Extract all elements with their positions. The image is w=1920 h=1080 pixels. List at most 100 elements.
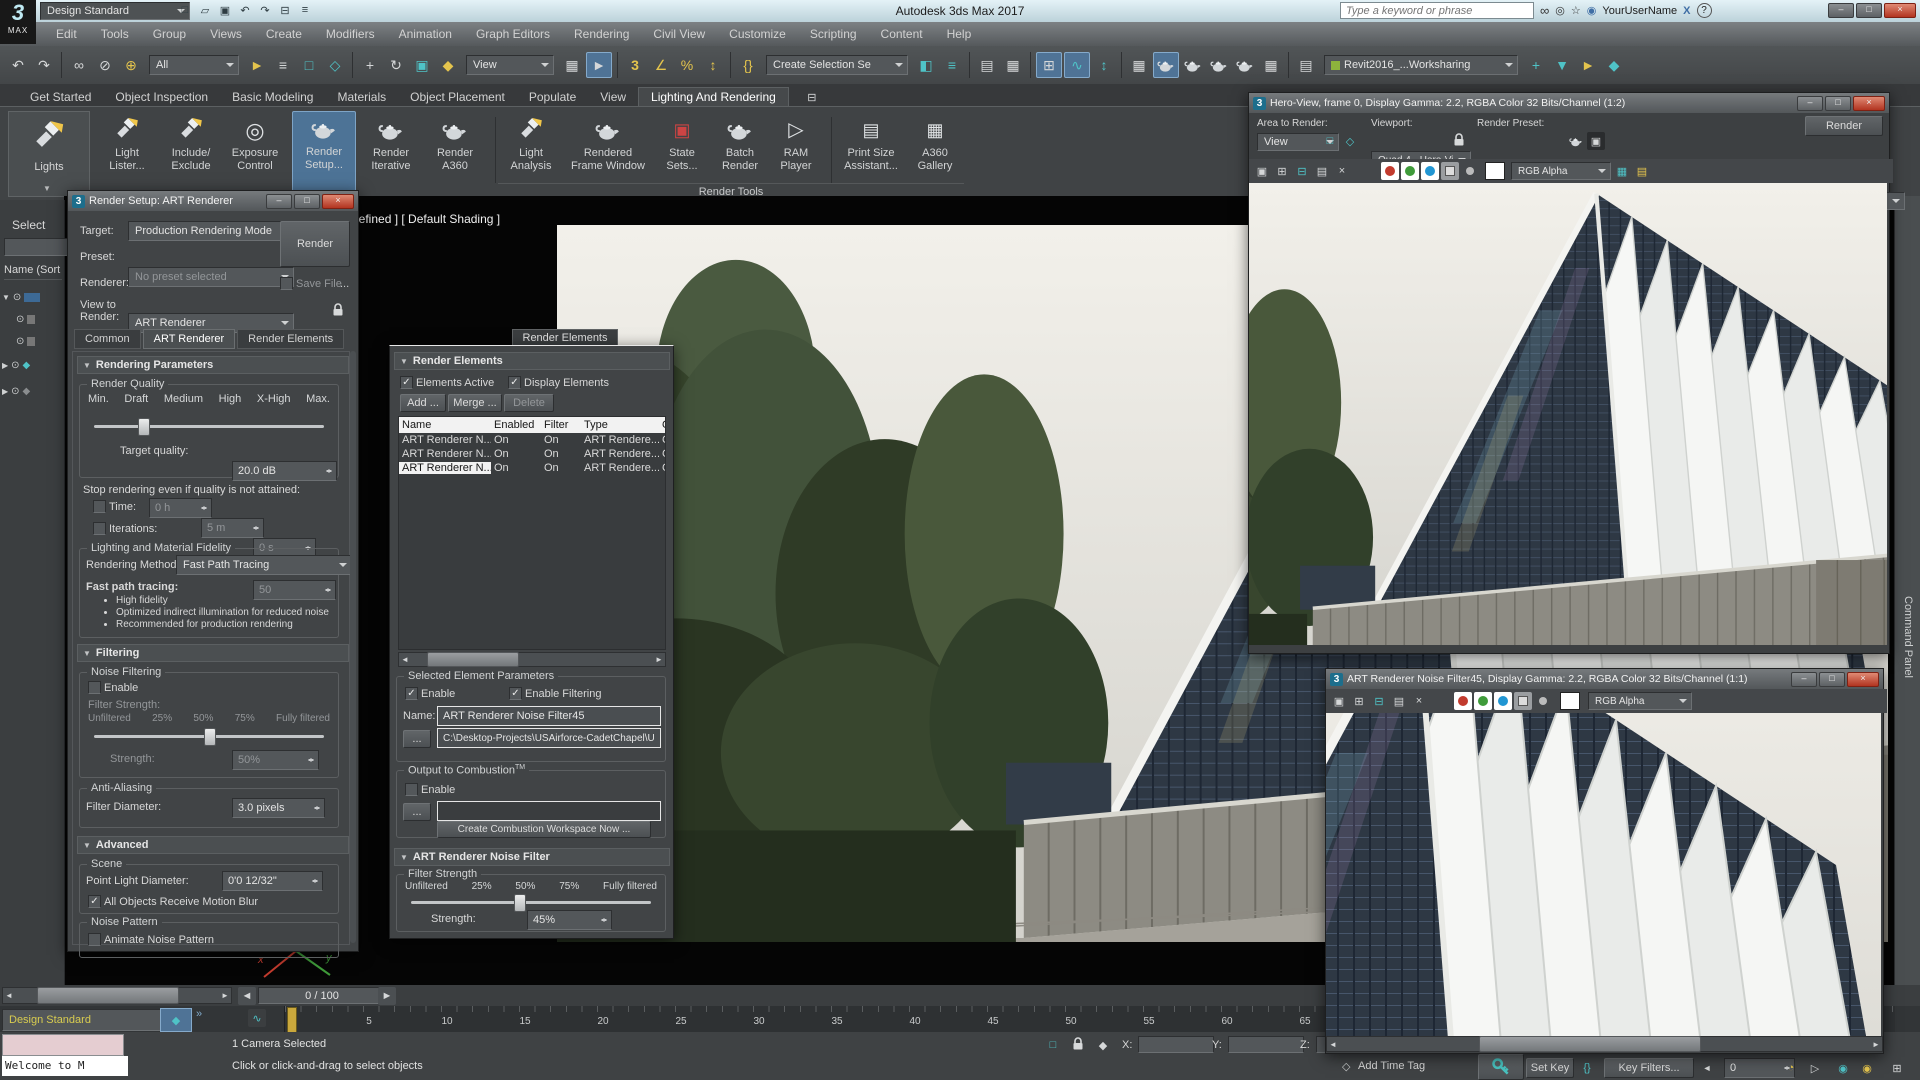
advanced-rollout[interactable]: ▼ Advanced [77,836,349,854]
redo-icon[interactable]: ↷ [256,1,274,19]
noise-filter-strength-slider[interactable] [94,728,324,746]
cell-type[interactable]: ART Rendere... [581,448,659,460]
cell-type[interactable]: ART Rendere... [581,462,659,474]
scroll-right-icon[interactable]: ► [1870,1038,1882,1050]
set-key-button[interactable]: Set Key [1526,1058,1574,1078]
menu-animation[interactable]: Animation [387,25,464,43]
ribbon-button-a360-gallery[interactable]: ▦ A360 Gallery [910,113,960,173]
visibility-eye-icon[interactable]: ⊙ [16,314,24,325]
favorites-star-icon[interactable]: ☆ [1571,4,1581,17]
civil-view-start-icon[interactable]: ◆ [1602,53,1626,77]
ribbon-button-rendered-frame-window[interactable]: Rendered Frame Window [562,113,654,173]
edit-named-selection-sets-icon[interactable]: {} [736,53,760,77]
command-panel-strip[interactable]: Command Panel [1894,196,1920,985]
element-enable-checkbox[interactable] [405,687,418,700]
delete-element-button[interactable]: Delete [504,394,554,412]
expand-icon[interactable]: ▶ [2,361,8,370]
output-browse-button[interactable]: ... [403,730,431,748]
table-row-selected[interactable]: ART Renderer N... On On ART Rendere... C… [399,461,665,475]
scroll-thumb[interactable] [1479,1036,1701,1052]
tab-render-elements[interactable]: Render Elements [237,329,345,349]
lock-viewport-icon[interactable] [1453,133,1465,147]
render-production-icon[interactable] [1207,53,1231,77]
red-channel-icon[interactable] [1381,162,1399,180]
table-row[interactable]: ART Renderer N... On On ART Rendere... C… [399,433,665,447]
percent-snap-icon[interactable]: % [675,53,699,77]
cell-filter[interactable]: On [541,434,581,446]
dialog-scrollbar[interactable] [350,351,356,943]
menu-scripting[interactable]: Scripting [798,25,869,43]
lights-panel-button[interactable]: Lights ▼ [8,111,90,197]
open-file-icon[interactable]: ▱ [196,1,214,19]
red-channel-icon[interactable] [1454,692,1472,710]
slider-handle[interactable] [204,728,216,746]
visibility-eye-icon[interactable]: ⊙ [11,386,19,397]
filter-diameter-spinner[interactable]: 3.0 pixels [232,798,325,818]
tree-row[interactable]: ⊙ [2,308,62,330]
save-image-icon[interactable]: ▣ [1330,692,1348,710]
col-enabled[interactable]: Enabled [491,419,541,431]
scroll-left-icon[interactable]: ◄ [1327,1038,1339,1050]
menu-content[interactable]: Content [869,25,935,43]
menu-modifiers[interactable]: Modifiers [314,25,387,43]
render-setup-toolbar-icon[interactable] [1153,52,1179,78]
absolute-mode-icon[interactable]: ◆ [1094,1036,1112,1054]
cell-type[interactable]: ART Rendere... [581,434,659,446]
cell-enabled[interactable]: On [491,434,541,446]
selection-key-icon[interactable]: {} [1578,1059,1596,1077]
selection-filter-dropdown[interactable]: All [149,55,239,75]
ribbon-button-render-a360[interactable]: Render A360 [424,113,486,173]
select-and-move-icon[interactable]: + [358,53,382,77]
slider-handle[interactable] [514,894,526,912]
select-by-name-icon[interactable]: ≡ [271,53,295,77]
animate-noise-checkbox[interactable] [88,933,101,946]
rectangular-selection-region-icon[interactable]: □ [297,53,321,77]
elements-active-checkbox[interactable] [400,376,413,389]
scene-explorer-name-header[interactable]: Name (Sort [4,264,62,280]
time-slider-handle[interactable] [287,1007,297,1033]
time-hours-spinner[interactable]: 0 h [149,498,212,518]
display-elements-checkbox[interactable] [508,376,521,389]
undo-icon[interactable]: ↶ [6,53,30,77]
hero-rendered-image[interactable] [1249,183,1887,645]
cell-output[interactable]: C:\ [659,448,665,460]
noise-filter-strength-slider[interactable] [411,894,651,912]
table-row[interactable]: ART Renderer N... On On ART Rendere... C… [399,447,665,461]
render-iterative-icon[interactable] [1233,53,1257,77]
strength-spinner[interactable]: 45% [527,910,612,930]
save-file-browse-button[interactable]: ... [340,278,349,290]
bind-to-space-warp-icon[interactable]: ⊕ [119,53,143,77]
create-combustion-workspace-button[interactable]: Create Combustion Workspace Now ... [437,821,651,838]
art-noise-filter-rollout[interactable]: ▼ ART Renderer Noise Filter [394,848,670,866]
scroll-thumb[interactable] [427,652,519,667]
ribbon-tab-populate[interactable]: Populate [517,88,588,106]
cell-filter[interactable]: On [541,462,581,474]
viewport-shading-label[interactable]: Defined ] [ Default Shading ] [350,212,500,226]
monochrome-channel-icon[interactable] [1534,692,1552,710]
render-button[interactable]: Render [280,221,350,267]
clone-window-icon[interactable]: ⊟ [1293,162,1311,180]
select-and-rotate-icon[interactable]: ↻ [384,53,408,77]
maximize-icon[interactable]: □ [1825,95,1851,111]
add-time-tag[interactable]: Add Time Tag [1358,1060,1425,1072]
play-animation-icon[interactable]: ▷ [1806,1059,1824,1077]
ribbon-button-light-lister[interactable]: Light Lister... [96,113,158,173]
channel-display-dropdown[interactable]: RGB Alpha [1588,692,1692,710]
toolbar-overflow-chevron[interactable]: » [196,1008,202,1020]
menu-views[interactable]: Views [198,25,254,43]
ribbon-tab-object-inspection[interactable]: Object Inspection [103,88,220,106]
viewport-hscrollbar[interactable]: ◄ ► [2,987,232,1004]
ribbon-button-include-exclude[interactable]: Include/Exclude [160,113,222,173]
populate-people-icon[interactable]: ◉ [1858,1059,1876,1077]
merge-element-button[interactable]: Merge ... [448,394,502,412]
lights-panel-expand-icon[interactable]: ▼ [43,184,51,193]
ribbon-button-light-analysis[interactable]: Light Analysis [500,113,562,173]
close-icon[interactable]: × [322,193,354,209]
snaps-toggle-3d-icon[interactable]: 3 [623,53,647,77]
tree-row[interactable]: ▶ ⊙ ◆ [2,378,62,404]
ribbon-tab-basic-modeling[interactable]: Basic Modeling [220,88,325,106]
ribbon-tab-lighting-and-rendering[interactable]: Lighting And Rendering [638,87,789,106]
scroll-left-icon[interactable]: ◄ [3,989,15,1002]
select-and-link-icon[interactable]: ∞ [67,53,91,77]
curve-editor-icon[interactable]: ∿ [1064,52,1090,78]
